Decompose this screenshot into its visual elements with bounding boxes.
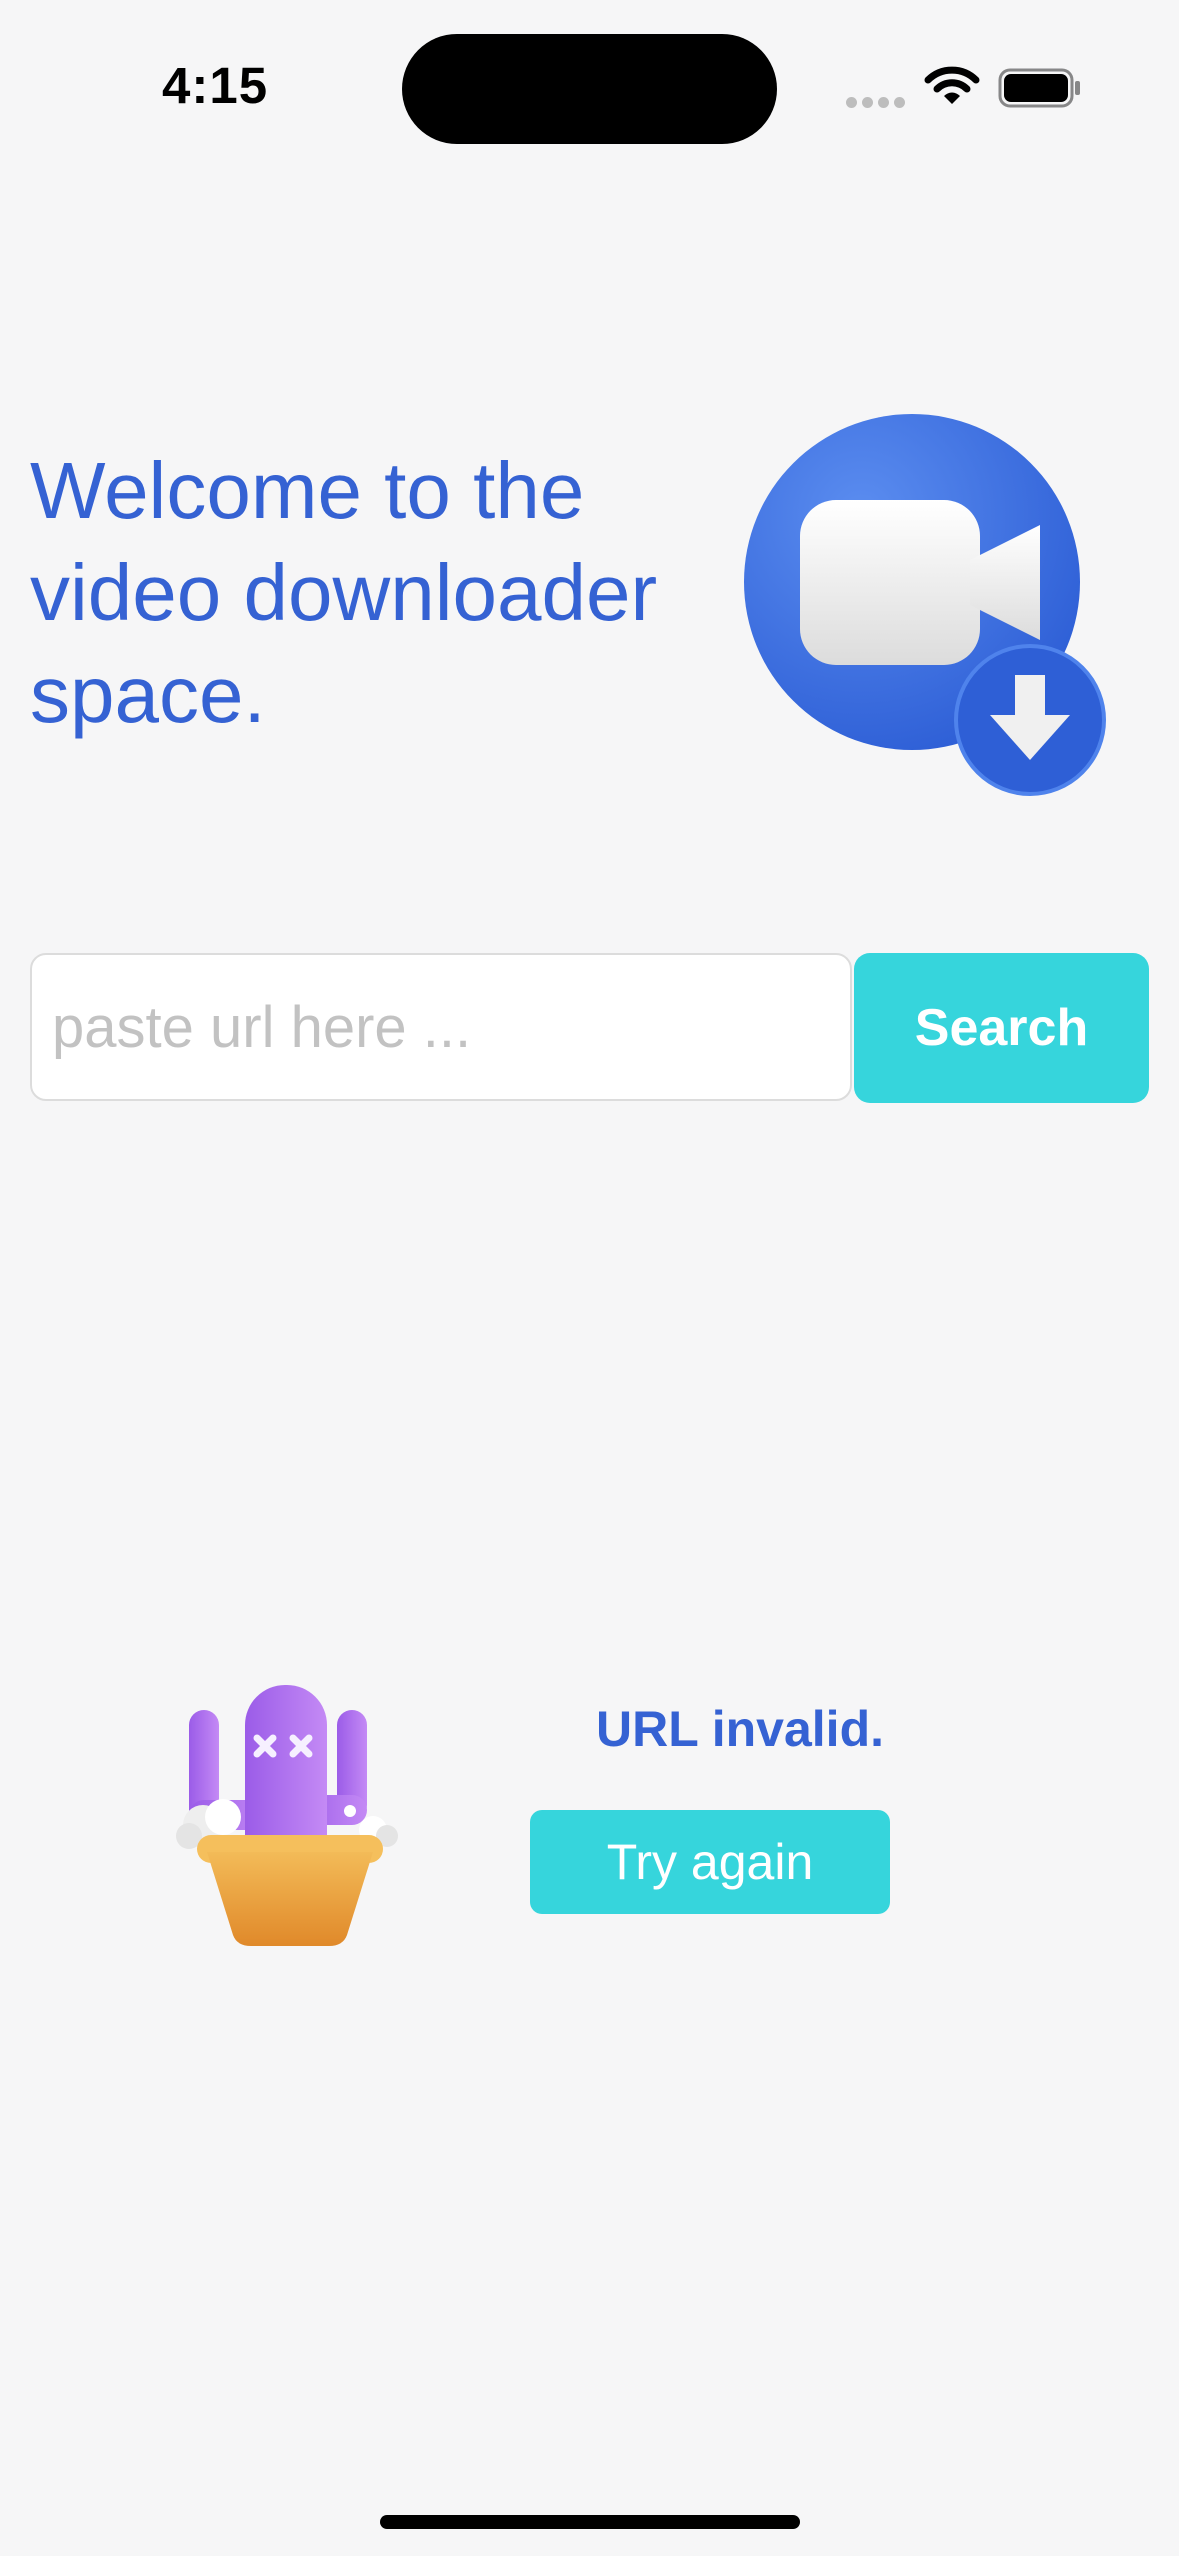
home-indicator[interactable] — [380, 2515, 800, 2529]
signal-dots-icon — [846, 95, 910, 113]
error-message: URL invalid. — [595, 1701, 884, 1757]
battery-icon — [998, 68, 1080, 108]
video-download-icon — [744, 414, 1106, 796]
status-bar: 4:15 — [0, 0, 1179, 150]
cactus-icon — [176, 1685, 398, 1946]
dynamic-island — [402, 34, 777, 144]
url-input[interactable] — [30, 953, 852, 1101]
status-time: 4:15 — [162, 57, 269, 114]
wifi-icon — [924, 66, 980, 104]
try-again-button[interactable]: Try again — [530, 1810, 890, 1914]
search-button[interactable]: Search — [854, 953, 1149, 1103]
welcome-title: Welcome to the video downloader space. — [30, 446, 658, 739]
